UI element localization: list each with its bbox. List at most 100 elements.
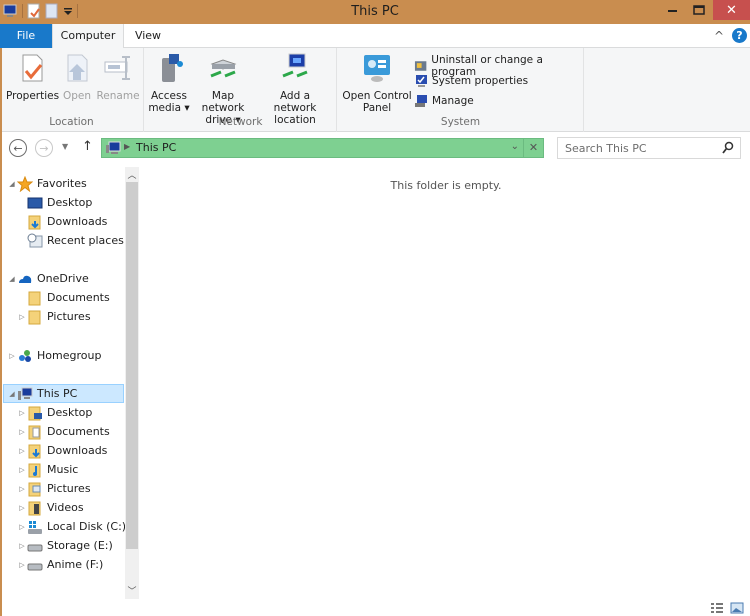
nav-pc-music[interactable]: ▷ Music bbox=[17, 460, 78, 479]
expanded-icon[interactable]: ◢ bbox=[7, 180, 17, 188]
this-pc-icon bbox=[106, 141, 121, 154]
group-label-network: Network bbox=[218, 116, 263, 128]
system-drive-icon bbox=[28, 520, 42, 534]
properties-button[interactable]: Properties bbox=[6, 52, 59, 102]
nav-pc-pictures[interactable]: ▷ Pictures bbox=[17, 479, 91, 498]
collapsed-icon[interactable]: ▷ bbox=[17, 466, 27, 474]
nav-favorites-recent-places[interactable]: Recent places bbox=[27, 231, 124, 250]
nav-pane-scrollbar[interactable]: ︿ ﹀ bbox=[125, 167, 139, 599]
desktop-icon bbox=[27, 197, 43, 208]
recent-places-icon bbox=[27, 233, 43, 247]
add-network-location-icon bbox=[282, 53, 308, 78]
nav-homegroup[interactable]: ▷ Homegroup bbox=[7, 346, 101, 365]
up-button[interactable]: ↑ bbox=[82, 139, 93, 154]
access-media-icon bbox=[162, 54, 183, 82]
map-network-drive-button[interactable]: Map network drive ▾ bbox=[191, 52, 255, 126]
file-list[interactable]: This folder is empty. bbox=[142, 165, 750, 595]
nav-onedrive[interactable]: ◢ OneDrive bbox=[7, 269, 88, 288]
collapsed-icon[interactable]: ▷ bbox=[17, 561, 27, 569]
large-icons-view-icon[interactable] bbox=[730, 602, 744, 614]
nav-pc-storage-e[interactable]: ▷ Storage (E:) bbox=[17, 536, 112, 555]
videos-folder-icon bbox=[28, 501, 41, 515]
add-network-location-button[interactable]: Add a network location bbox=[257, 52, 333, 126]
scroll-up-icon[interactable]: ︿ bbox=[125, 168, 139, 181]
window-border bbox=[0, 48, 2, 616]
forward-button[interactable]: → bbox=[35, 139, 53, 157]
documents-folder-icon bbox=[28, 425, 41, 439]
nav-pc-desktop[interactable]: ▷ Desktop bbox=[17, 403, 92, 422]
star-icon bbox=[17, 175, 33, 192]
desktop-folder-icon bbox=[28, 406, 42, 420]
collapsed-icon[interactable]: ▷ bbox=[17, 485, 27, 493]
drive-icon bbox=[27, 563, 43, 570]
system-properties-button[interactable]: System properties bbox=[414, 74, 528, 88]
nav-pc-videos[interactable]: ▷ Videos bbox=[17, 498, 84, 517]
rename-button[interactable]: Rename bbox=[96, 52, 140, 102]
tab-view[interactable]: View bbox=[124, 24, 172, 48]
collapsed-icon[interactable]: ▷ bbox=[7, 352, 17, 360]
maximize-icon bbox=[693, 5, 705, 15]
nav-favorites-desktop[interactable]: Desktop bbox=[27, 193, 92, 212]
group-label-system: System bbox=[440, 116, 481, 128]
details-view-icon[interactable] bbox=[710, 602, 724, 614]
breadcrumb-this-pc[interactable]: This PC bbox=[136, 141, 176, 154]
close-button[interactable]: ✕ bbox=[713, 0, 750, 20]
address-clear-icon[interactable]: ✕ bbox=[523, 139, 543, 157]
collapse-ribbon-icon[interactable]: ^ bbox=[714, 29, 724, 43]
collapsed-icon[interactable]: ▷ bbox=[17, 409, 27, 417]
recent-locations-dropdown[interactable]: ▼ bbox=[62, 142, 68, 151]
ribbon: Properties Open Rename Location Access m… bbox=[0, 48, 750, 132]
nav-pc-anime-f[interactable]: ▷ Anime (F:) bbox=[17, 555, 103, 574]
onedrive-icon bbox=[19, 275, 32, 283]
up-arrow-icon: ↑ bbox=[82, 139, 93, 154]
group-label-location: Location bbox=[49, 116, 94, 128]
nav-pc-local-disk-c[interactable]: ▷ Local Disk (C:) bbox=[17, 517, 126, 536]
nav-onedrive-pictures[interactable]: ▷ Pictures bbox=[17, 307, 91, 326]
manage-button[interactable]: Manage bbox=[414, 94, 474, 108]
maximize-button[interactable] bbox=[686, 0, 712, 20]
collapsed-icon[interactable]: ▷ bbox=[17, 313, 27, 321]
collapsed-icon[interactable]: ▷ bbox=[17, 504, 27, 512]
collapsed-icon[interactable]: ▷ bbox=[17, 542, 27, 550]
rename-icon bbox=[104, 56, 130, 80]
open-button[interactable]: Open bbox=[60, 52, 94, 102]
control-panel-icon bbox=[364, 55, 390, 82]
nav-pc-downloads[interactable]: ▷ Downloads bbox=[17, 441, 107, 460]
navigation-bar: ← → ▼ ↑ ▶ This PC ⌄ ✕ Search This PC bbox=[0, 133, 750, 163]
collapsed-icon[interactable]: ▷ bbox=[17, 428, 27, 436]
expanded-icon[interactable]: ◢ bbox=[7, 275, 17, 283]
open-icon bbox=[67, 54, 88, 82]
folder-icon bbox=[28, 291, 41, 305]
folder-icon bbox=[28, 310, 41, 324]
address-bar[interactable]: ▶ This PC ⌄ ✕ bbox=[101, 138, 544, 158]
back-button[interactable]: ← bbox=[9, 139, 27, 157]
ribbon-help-area: ^ ? bbox=[714, 28, 747, 43]
minimize-icon bbox=[668, 10, 677, 12]
scroll-down-icon[interactable]: ﹀ bbox=[125, 584, 139, 597]
collapsed-icon[interactable]: ▷ bbox=[17, 523, 27, 531]
nav-favorites-downloads[interactable]: Downloads bbox=[27, 212, 107, 231]
system-properties-icon bbox=[416, 75, 427, 87]
minimize-button[interactable] bbox=[661, 0, 685, 20]
scrollbar-thumb[interactable] bbox=[126, 182, 138, 549]
manage-icon bbox=[415, 95, 427, 107]
ribbon-group-network: Access media ▾ Map network drive ▾ Add a… bbox=[145, 48, 337, 132]
address-dropdown-icon[interactable]: ⌄ bbox=[511, 141, 519, 152]
nav-onedrive-documents[interactable]: Documents bbox=[27, 288, 110, 307]
nav-pc-documents[interactable]: ▷ Documents bbox=[17, 422, 110, 441]
expanded-icon[interactable]: ◢ bbox=[7, 390, 17, 398]
access-media-button[interactable]: Access media ▾ bbox=[147, 52, 191, 114]
ribbon-group-location: Properties Open Rename Location bbox=[0, 48, 144, 132]
collapsed-icon[interactable]: ▷ bbox=[17, 447, 27, 455]
search-input[interactable]: Search This PC bbox=[557, 137, 741, 159]
help-icon[interactable]: ? bbox=[732, 28, 747, 43]
open-control-panel-button[interactable]: Open Control Panel bbox=[341, 52, 413, 114]
breadcrumb-chevron-icon[interactable]: ▶ bbox=[124, 142, 130, 151]
tab-file[interactable]: File bbox=[0, 24, 52, 48]
nav-favorites[interactable]: ◢ Favorites bbox=[7, 174, 87, 193]
nav-this-pc[interactable]: ◢ This PC bbox=[3, 384, 124, 403]
forward-arrow-icon: → bbox=[39, 141, 49, 155]
search-icon[interactable] bbox=[722, 141, 734, 155]
tab-computer[interactable]: Computer bbox=[52, 24, 124, 49]
this-pc-icon bbox=[18, 387, 33, 400]
